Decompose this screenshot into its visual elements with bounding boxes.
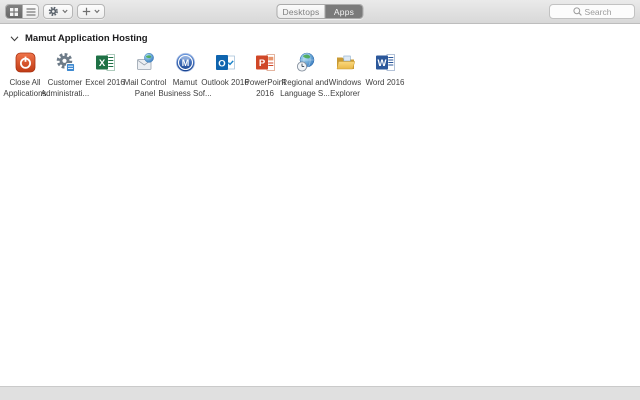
- search-placeholder: Search: [584, 6, 612, 17]
- word-icon: W: [375, 52, 396, 73]
- tab-apps[interactable]: Apps: [324, 5, 363, 18]
- app-grid: Close All Applications Customer Administra…: [0, 49, 640, 99]
- settings-dropdown-button[interactable]: [43, 4, 73, 19]
- chevron-down-icon: [62, 9, 68, 14]
- group-header[interactable]: Mamut Application Hosting: [0, 24, 640, 46]
- app-item-mamut-business-software[interactable]: M Mamut Business Sof...: [158, 49, 212, 99]
- group-title: Mamut Application Hosting: [25, 33, 148, 44]
- add-connection-dropdown-button[interactable]: [77, 4, 105, 19]
- status-bar: [0, 386, 640, 400]
- powerpoint-icon: P: [255, 52, 276, 73]
- magnifier-icon: [572, 7, 582, 16]
- grid-view-button[interactable]: [6, 5, 22, 18]
- explorer-icon: [335, 52, 356, 73]
- list-view-icon: [26, 7, 35, 16]
- content-area: Mamut Application Hosting Close All Appli…: [0, 24, 640, 386]
- svg-text:O: O: [218, 59, 225, 70]
- chevron-down-icon[interactable]: [10, 35, 19, 42]
- plus-icon: [82, 7, 91, 16]
- svg-text:X: X: [98, 58, 105, 69]
- svg-text:P: P: [258, 58, 265, 69]
- chevron-down-icon: [94, 9, 100, 14]
- regional-icon: [295, 52, 316, 73]
- excel-icon: X: [95, 52, 116, 73]
- gear-icon: [48, 6, 58, 16]
- customer-admin-icon: [55, 52, 76, 73]
- outlook-icon: O: [215, 52, 236, 73]
- tab-desktops[interactable]: Desktops: [277, 5, 324, 18]
- close-all-icon: [15, 52, 36, 73]
- toolbar: Desktops Apps Search: [0, 0, 640, 24]
- grid-view-icon: [10, 7, 18, 16]
- svg-text:W: W: [377, 58, 386, 69]
- app-label-line: Word 2016: [365, 78, 405, 87]
- view-mode-segmented-control: [5, 4, 39, 19]
- list-view-button[interactable]: [22, 5, 38, 18]
- app-item-word-2016[interactable]: W Word 2016: [365, 49, 405, 99]
- search-input[interactable]: Search: [549, 4, 635, 19]
- mamut-icon: M: [175, 52, 196, 73]
- app-item-windows-explorer[interactable]: Windows Explorer: [325, 49, 365, 99]
- app-item-customer-administration[interactable]: Customer Administrati...: [41, 49, 89, 99]
- desktops-apps-segmented-control: Desktops Apps: [276, 4, 364, 19]
- app-label: Word 2016: [357, 77, 413, 88]
- mail-control-icon: [135, 52, 156, 73]
- app-window: Desktops Apps Search Mamut Application H…: [0, 0, 640, 400]
